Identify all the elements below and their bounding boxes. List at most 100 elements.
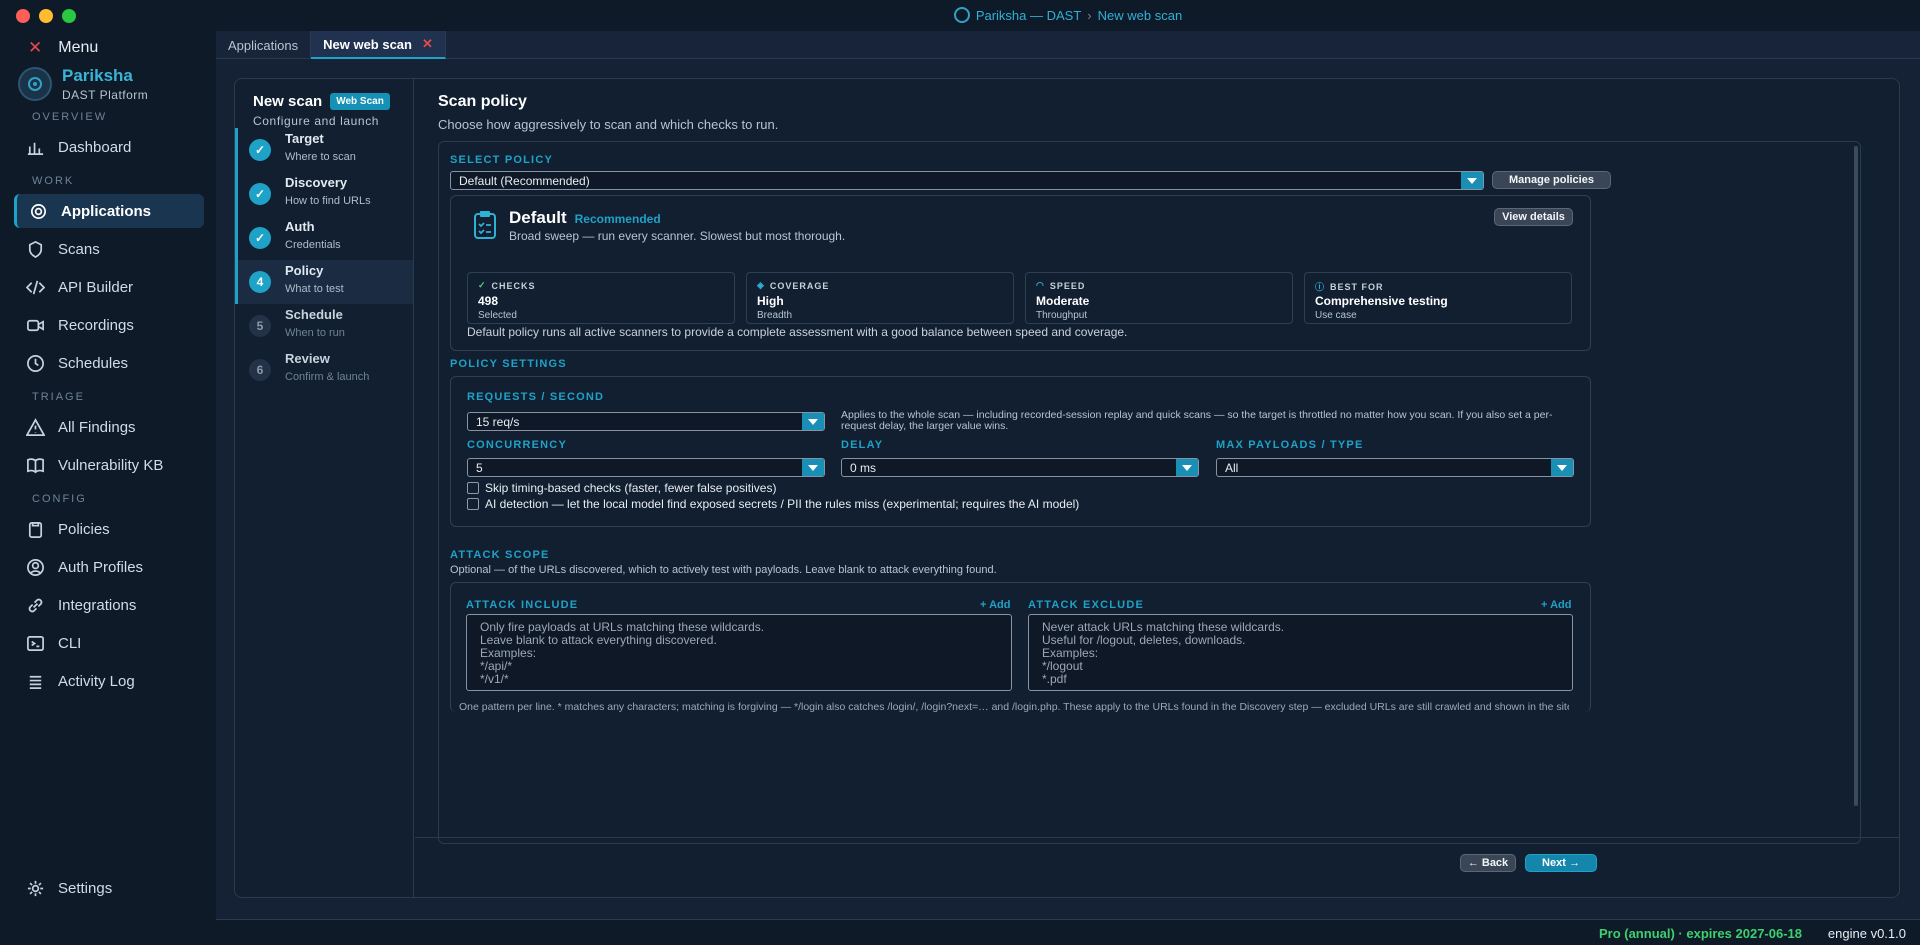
view-details-button[interactable]: View details — [1494, 208, 1573, 226]
clipboard-icon — [28, 521, 43, 538]
sidebar-item-vulnerability-kb[interactable]: Vulnerability KB — [14, 448, 204, 482]
book-icon — [27, 457, 44, 473]
max-payloads-label: MAX PAYLOADS / TYPE — [1216, 439, 1364, 451]
gear-icon — [27, 880, 44, 896]
ai-detection-label: AI detection — let the local model find … — [485, 497, 1080, 511]
step-number: 6 — [249, 359, 271, 381]
sidebar-item-integrations[interactable]: Integrations — [14, 588, 204, 622]
tab-close-icon[interactable]: ✕ — [422, 36, 433, 52]
brand-subtitle: DAST Platform — [62, 88, 149, 102]
next-button[interactable]: Next → — [1525, 854, 1597, 872]
list-icon — [29, 675, 42, 689]
coverage-icon: ◈ — [757, 280, 765, 290]
back-button[interactable]: ← Back — [1460, 854, 1516, 872]
policy-scroll-area[interactable]: SELECT POLICY Default (Recommended) Mana… — [438, 141, 1861, 844]
sidebar-item-activity-log[interactable]: Activity Log — [14, 664, 204, 698]
step-progress-bar — [235, 260, 238, 304]
sidebar-item-recordings[interactable]: Recordings — [14, 308, 204, 342]
policy-description: Broad sweep — run every scanner. Slowest… — [509, 229, 846, 243]
policy-select-value: Default (Recommended) — [459, 174, 590, 188]
sidebar-item-label: CLI — [58, 634, 82, 652]
tab-applications[interactable]: Applications — [216, 31, 312, 59]
attack-include-label: ATTACK INCLUDE — [466, 599, 579, 611]
page-title: Scan policy — [438, 93, 527, 110]
ai-detection-checkbox[interactable] — [467, 498, 479, 510]
step-desc: Credentials — [285, 239, 341, 251]
sidebar-item-applications[interactable]: Applications — [14, 194, 204, 228]
stat-label: SPEED — [1049, 280, 1086, 291]
sidebar-item-label: Integrations — [58, 596, 137, 614]
sidebar-item-label: API Builder — [58, 278, 134, 296]
wizard-panel: New scan Web Scan Configure and launch ✓… — [234, 78, 1900, 898]
max-payloads-value: All — [1225, 461, 1239, 475]
title-bar: Pariksha — DAST › New web scan — [216, 0, 1920, 30]
step-auth[interactable]: ✓ Auth Credentials — [235, 216, 413, 260]
sidebar-item-label: Auth Profiles — [58, 558, 144, 576]
add-exclude-button[interactable]: + Add — [1541, 599, 1571, 611]
attack-scope-desc: Optional — of the URLs discovered, which… — [450, 564, 997, 576]
sidebar-item-label: Schedules — [58, 354, 129, 372]
sidebar-item-policies[interactable]: Policies — [14, 512, 204, 546]
step-target[interactable]: ✓ Target Where to scan — [235, 128, 413, 172]
stat-desc: Breadth — [757, 310, 793, 321]
info-icon: ⓘ — [1315, 282, 1326, 292]
chevron-down-icon — [1551, 459, 1573, 476]
step-discovery[interactable]: ✓ Discovery How to find URLs — [235, 172, 413, 216]
skip-timing-checkbox[interactable] — [467, 482, 479, 494]
stat-desc: Selected — [478, 310, 517, 321]
add-include-button[interactable]: + Add — [980, 599, 1010, 611]
delay-label: DELAY — [841, 439, 884, 451]
page-subtitle: Choose how aggressively to scan and whic… — [438, 117, 779, 132]
delay-value: 0 ms — [850, 461, 877, 475]
step-name: Discovery — [285, 175, 348, 190]
concurrency-select[interactable]: 5 — [467, 458, 825, 477]
sidebar-item-settings[interactable]: Settings — [14, 871, 204, 905]
maximize-window-button[interactable] — [62, 9, 76, 23]
scan-type-badge: Web Scan — [330, 93, 390, 110]
step-policy[interactable]: 4 Policy What to test — [235, 260, 413, 304]
wizard-content: Scan policy Choose how aggressively to s… — [415, 79, 1899, 844]
sidebar-item-label: Scans — [58, 240, 100, 258]
step-review[interactable]: 6 Review Confirm & launch — [235, 348, 413, 392]
rps-select[interactable]: 15 req/s — [467, 412, 825, 431]
menu-toggle[interactable]: ✕ Menu — [28, 38, 98, 58]
sidebar-item-auth-profiles[interactable]: Auth Profiles — [14, 550, 204, 584]
step-desc: What to test — [285, 283, 344, 295]
manage-policies-button[interactable]: Manage policies — [1492, 171, 1611, 189]
clipboard-check-icon — [473, 210, 497, 245]
wizard-footer: ← Back Next → — [415, 837, 1899, 897]
tab-new-web-scan[interactable]: New web scan ✕ — [311, 31, 446, 59]
stat-label: COVERAGE — [769, 280, 830, 291]
sidebar-item-scans[interactable]: Scans — [14, 232, 204, 266]
sidebar-item-schedules[interactable]: Schedules — [14, 346, 204, 380]
sidebar-item-all-findings[interactable]: All Findings — [14, 410, 204, 444]
close-icon: ✕ — [28, 38, 43, 57]
minimize-window-button[interactable] — [39, 9, 53, 23]
attack-include-textarea[interactable]: Only fire payloads at URLs matching thes… — [466, 614, 1012, 691]
check-icon: ✓ — [249, 183, 271, 205]
close-window-button[interactable] — [16, 9, 30, 23]
max-payloads-select[interactable]: All — [1216, 458, 1574, 477]
wizard-subtitle: Configure and launch — [253, 114, 380, 128]
select-policy-label: SELECT POLICY — [450, 154, 553, 166]
stat-best-for: ⓘ BEST FOR Comprehensive testing Use case — [1304, 272, 1572, 324]
sidebar-item-dashboard[interactable]: Dashboard — [14, 130, 204, 164]
rps-note: Applies to the whole scan — including re… — [841, 409, 1553, 432]
step-schedule[interactable]: 5 Schedule When to run — [235, 304, 413, 348]
stat-value: Moderate — [1036, 294, 1090, 308]
sidebar-item-cli[interactable]: CLI — [14, 626, 204, 660]
attack-exclude-label: ATTACK EXCLUDE — [1028, 599, 1144, 611]
brand-logo-icon — [18, 67, 52, 101]
section-config: CONFIG — [32, 493, 87, 505]
attack-exclude-textarea[interactable]: Never attack URLs matching these wildcar… — [1028, 614, 1573, 691]
delay-select[interactable]: 0 ms — [841, 458, 1199, 477]
scrollbar[interactable] — [1854, 146, 1858, 806]
policy-select[interactable]: Default (Recommended) — [450, 171, 1484, 190]
sidebar-item-api-builder[interactable]: API Builder — [14, 270, 204, 304]
step-desc: How to find URLs — [285, 195, 371, 207]
wizard-steps: New scan Web Scan Configure and launch ✓… — [235, 79, 414, 897]
sidebar-item-label: Vulnerability KB — [58, 456, 164, 474]
attack-scope-label: ATTACK SCOPE — [450, 549, 550, 561]
chevron-down-icon — [1461, 172, 1483, 189]
link-icon — [28, 598, 43, 612]
